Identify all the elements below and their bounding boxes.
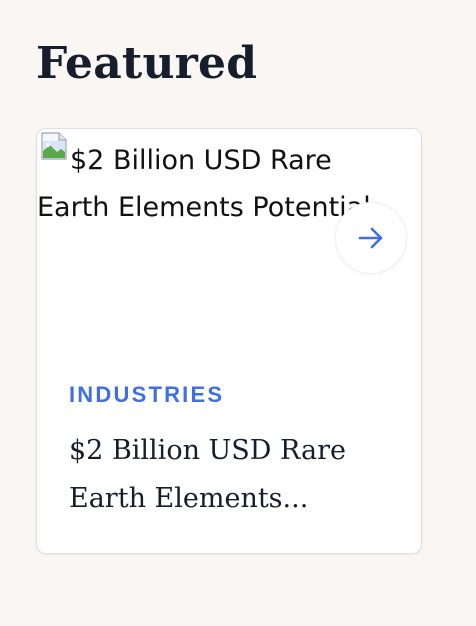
featured-article-card[interactable]: $2 Billion USD Rare Earth Elements Poten… bbox=[36, 128, 422, 554]
article-image[interactable]: $2 Billion USD Rare Earth Elements Poten… bbox=[37, 129, 421, 349]
read-more-arrow-button[interactable] bbox=[335, 202, 407, 274]
arrow-right-icon bbox=[358, 227, 383, 249]
section-title: Featured bbox=[36, 38, 258, 89]
article-title[interactable]: $2 Billion USD Rare Earth Elements... bbox=[69, 427, 389, 523]
category-label[interactable]: INDUSTRIES bbox=[69, 381, 224, 409]
